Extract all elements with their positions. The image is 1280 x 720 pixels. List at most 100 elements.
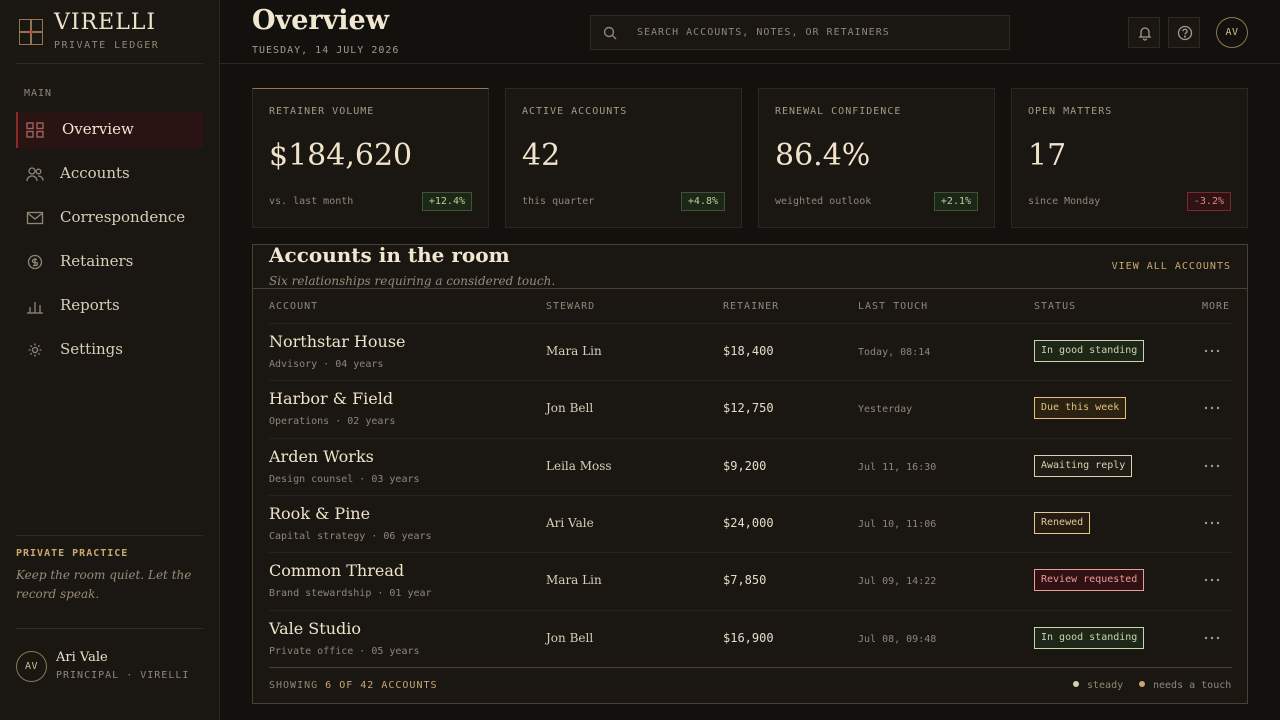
table-row[interactable]: Vale Studio Private office · 05 years Jo… — [269, 610, 1232, 667]
practice-quote: Keep the room quiet. Let the record spea… — [16, 568, 192, 601]
account-name: Vale Studio — [269, 619, 361, 638]
sidebar-item-retainers[interactable]: Retainers — [16, 244, 203, 280]
status-badge: In good standing — [1034, 627, 1145, 649]
last-touch: Jul 08, 09:48 — [858, 634, 937, 645]
sidebar-item-label: Overview — [62, 120, 134, 138]
table-row[interactable]: Northstar House Advisory · 04 years Mara… — [269, 323, 1232, 380]
sidebar-item-overview[interactable]: Overview — [16, 112, 203, 148]
kpi-card-active-accounts[interactable]: ACTIVE ACCOUNTS 42 this quarter +4.8% — [505, 88, 742, 228]
help-icon — [1177, 25, 1193, 41]
brand-subtitle: PRIVATE LEDGER — [54, 40, 160, 51]
user-role: PRINCIPAL · VIRELLI — [56, 670, 190, 681]
account-meta: Capital strategy · 06 years — [269, 531, 432, 542]
account-meta: Operations · 02 years — [269, 416, 396, 427]
legend-item-needs-a-touch: needs a touch — [1139, 680, 1231, 691]
account-meta: Brand stewardship · 01 year — [269, 588, 432, 599]
view-all-accounts-link[interactable]: VIEW ALL ACCOUNTS — [1112, 261, 1231, 272]
legend-dot-icon — [1139, 681, 1145, 687]
account-name: Rook & Pine — [269, 504, 371, 523]
users-icon — [26, 167, 44, 182]
kpi-sub: vs. last month — [269, 196, 354, 207]
user-name: Ari Vale — [56, 650, 108, 665]
last-touch: Yesterday — [858, 404, 913, 415]
account-name: Common Thread — [269, 561, 405, 580]
page-title: Overview — [252, 5, 389, 36]
user-avatar[interactable]: AV — [16, 651, 47, 682]
account-name: Northstar House — [269, 332, 406, 351]
account-meta: Advisory · 04 years — [269, 359, 384, 370]
coin-icon — [27, 254, 43, 270]
kpi-card-renewal-confidence[interactable]: RENEWAL CONFIDENCE 86.4% weighted outloo… — [758, 88, 995, 228]
kpi-value: 17 — [1028, 138, 1067, 173]
legend-item-steady: steady — [1073, 680, 1123, 691]
account-name: Arden Works — [269, 447, 374, 466]
retainer-value: $7,850 — [723, 573, 767, 587]
retainer-value: $16,900 — [723, 631, 774, 645]
sidebar-item-label: Settings — [60, 340, 123, 358]
divider — [16, 535, 203, 536]
accounts-card: Accounts in the room Six relationships r… — [252, 243, 1248, 704]
sidebar-item-correspondence[interactable]: Correspondence — [16, 200, 203, 236]
more-options-icon[interactable] — [1203, 460, 1221, 472]
more-options-icon[interactable] — [1203, 632, 1221, 644]
steward-name: Mara Lin — [546, 344, 602, 358]
grid-icon — [26, 122, 44, 138]
kpi-value: $184,620 — [269, 138, 413, 173]
card-title: Accounts in the room — [269, 243, 510, 267]
more-options-icon[interactable] — [1203, 574, 1221, 586]
last-touch: Today, 08:14 — [858, 347, 931, 358]
kpi-label: OPEN MATTERS — [1028, 106, 1113, 117]
table-row[interactable]: Common Thread Brand stewardship · 01 yea… — [269, 552, 1232, 609]
kpi-label: RETAINER VOLUME — [269, 106, 375, 117]
kpi-card-retainer-volume[interactable]: RETAINER VOLUME $184,620 vs. last month … — [252, 88, 489, 228]
header-avatar[interactable]: AV — [1216, 17, 1248, 48]
brand[interactable]: VIRELLI PRIVATE LEDGER — [0, 0, 219, 64]
status-badge: In good standing — [1034, 340, 1145, 362]
search-box[interactable] — [590, 15, 1010, 50]
status-badge: Review requested — [1034, 569, 1145, 591]
status-badge: Renewed — [1034, 512, 1091, 534]
column-header-steward: STEWARD — [546, 301, 596, 312]
results-count-prefix: SHOWING — [269, 680, 326, 691]
kpi-value: 42 — [522, 138, 561, 173]
sidebar-item-settings[interactable]: Settings — [16, 332, 203, 368]
help-button[interactable] — [1168, 17, 1200, 48]
sidebar-item-label: Reports — [60, 296, 120, 314]
legend-label: needs a touch — [1153, 680, 1232, 691]
sidebar-item-label: Accounts — [60, 164, 130, 182]
bar-chart-icon — [27, 302, 43, 314]
table-row[interactable]: Harbor & Field Operations · 02 years Jon… — [269, 380, 1232, 437]
more-options-icon[interactable] — [1203, 345, 1221, 357]
last-touch: Jul 10, 11:06 — [858, 519, 937, 530]
table-row[interactable]: Rook & Pine Capital strategy · 06 years … — [269, 495, 1232, 552]
status-badge: Due this week — [1034, 397, 1127, 419]
more-options-icon[interactable] — [1203, 402, 1221, 414]
steward-name: Mara Lin — [546, 573, 602, 587]
steward-name: Jon Bell — [546, 631, 594, 645]
sidebar-item-reports[interactable]: Reports — [16, 288, 203, 324]
card-subtitle: Six relationships requiring a considered… — [269, 274, 556, 288]
bell-icon — [1138, 27, 1152, 41]
divider — [269, 667, 1232, 668]
divider — [16, 628, 203, 629]
brand-logo-icon — [19, 19, 43, 45]
more-options-icon[interactable] — [1203, 517, 1221, 529]
results-count-value: 6 OF 42 ACCOUNTS — [325, 680, 438, 691]
table-row[interactable]: Arden Works Design counsel · 03 years Le… — [269, 438, 1232, 495]
account-name: Harbor & Field — [269, 389, 394, 408]
legend-label: steady — [1087, 680, 1124, 691]
last-touch: Jul 09, 14:22 — [858, 576, 937, 587]
last-touch: Jul 11, 16:30 — [858, 462, 937, 473]
kpi-card-open-matters[interactable]: OPEN MATTERS 17 since Monday -3.2% — [1011, 88, 1248, 228]
retainer-value: $9,200 — [723, 459, 767, 473]
column-header-status: STATUS — [1034, 301, 1077, 312]
legend-dot-icon — [1073, 681, 1079, 687]
notifications-button[interactable] — [1128, 17, 1160, 48]
sidebar-item-accounts[interactable]: Accounts — [16, 156, 203, 192]
kpi-label: ACTIVE ACCOUNTS — [522, 106, 628, 117]
kpi-delta-badge: -3.2% — [1186, 192, 1231, 211]
account-meta: Design counsel · 03 years — [269, 474, 420, 485]
search-input[interactable] — [637, 16, 997, 49]
mail-icon — [26, 211, 44, 225]
kpi-label: RENEWAL CONFIDENCE — [775, 106, 902, 117]
